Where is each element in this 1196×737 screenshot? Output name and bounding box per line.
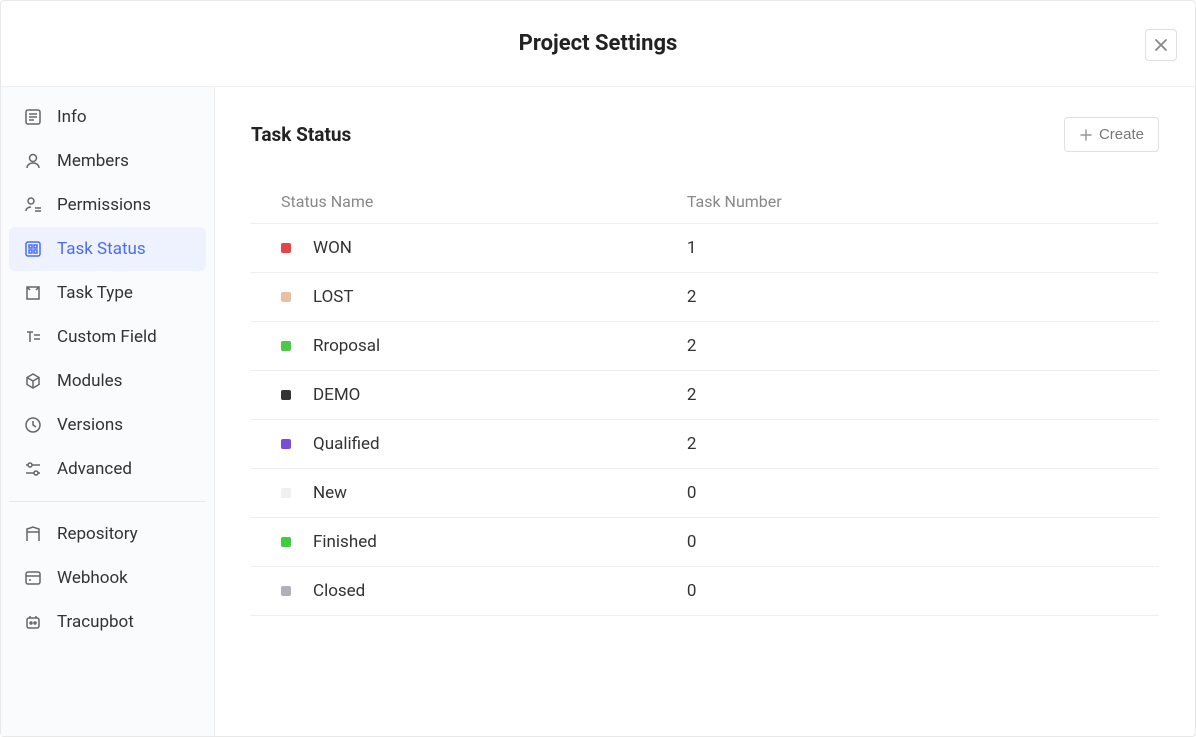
task-status-icon [23, 239, 43, 259]
task-number-cell: 2 [687, 434, 1159, 454]
modal-title: Project Settings [519, 31, 678, 56]
sidebar-item-modules[interactable]: Modules [9, 359, 206, 403]
table-row[interactable]: LOST 2 [251, 273, 1159, 322]
status-color-dot [281, 292, 291, 302]
sidebar-item-custom-field[interactable]: Custom Field [9, 315, 206, 359]
task-number-cell: 0 [687, 581, 1159, 601]
task-number-cell: 2 [687, 287, 1159, 307]
status-name-label: Closed [313, 581, 365, 601]
webhook-icon [23, 568, 43, 588]
status-name-cell: Qualified [251, 434, 687, 454]
modal-body: Info Members Permissions [1, 87, 1195, 736]
status-name-cell: New [251, 483, 687, 503]
table-row[interactable]: Closed 0 [251, 567, 1159, 616]
table-row[interactable]: New 0 [251, 469, 1159, 518]
status-name-label: Finished [313, 532, 377, 552]
sidebar-item-label: Advanced [57, 459, 132, 479]
table-row[interactable]: DEMO 2 [251, 371, 1159, 420]
create-button[interactable]: Create [1064, 117, 1159, 152]
sidebar-item-label: Task Status [57, 239, 146, 259]
task-number-cell: 2 [687, 336, 1159, 356]
close-icon [1153, 37, 1169, 53]
project-settings-modal: Project Settings Info Members [0, 0, 1196, 737]
task-number-cell: 0 [687, 532, 1159, 552]
status-name-cell: LOST [251, 287, 687, 307]
content-header: Task Status Create [251, 117, 1159, 152]
sidebar-item-label: Repository [57, 524, 138, 544]
info-icon [23, 107, 43, 127]
sidebar-list: Info Members Permissions [1, 87, 214, 652]
status-color-dot [281, 488, 291, 498]
status-color-dot [281, 537, 291, 547]
permissions-icon [23, 195, 43, 215]
sidebar-item-tracupbot[interactable]: Tracupbot [9, 600, 206, 644]
members-icon [23, 151, 43, 171]
status-color-dot [281, 390, 291, 400]
content-area: Task Status Create Status Name Task Numb… [215, 87, 1195, 736]
sidebar-item-label: Tracupbot [57, 612, 134, 632]
status-name-label: LOST [313, 287, 354, 307]
modules-icon [23, 371, 43, 391]
sidebar-item-task-status[interactable]: Task Status [9, 227, 206, 271]
table-body: WON1LOST2Rroposal2DEMO2Qualified2New0Fin… [251, 224, 1159, 616]
status-name-label: Rroposal [313, 336, 380, 356]
repository-icon [23, 524, 43, 544]
status-name-cell: WON [251, 238, 687, 258]
sidebar-item-permissions[interactable]: Permissions [9, 183, 206, 227]
status-name-cell: Rroposal [251, 336, 687, 356]
create-button-label: Create [1099, 126, 1144, 143]
task-type-icon [23, 283, 43, 303]
plus-icon [1079, 128, 1093, 142]
sidebar-item-label: Info [57, 107, 87, 127]
status-color-dot [281, 439, 291, 449]
sidebar-item-label: Modules [57, 371, 122, 391]
sidebar-divider [9, 501, 206, 502]
versions-icon [23, 415, 43, 435]
sidebar-item-label: Task Type [57, 283, 133, 303]
table-row[interactable]: Finished 0 [251, 518, 1159, 567]
sidebar-item-task-type[interactable]: Task Type [9, 271, 206, 315]
task-number-cell: 1 [687, 238, 1159, 258]
table-row[interactable]: Rroposal 2 [251, 322, 1159, 371]
table-head: Status Name Task Number [251, 180, 1159, 224]
task-number-cell: 2 [687, 385, 1159, 405]
sidebar-item-advanced[interactable]: Advanced [9, 447, 206, 491]
sidebar-item-label: Members [57, 151, 129, 171]
status-color-dot [281, 586, 291, 596]
custom-field-icon [23, 327, 43, 347]
status-name-label: Qualified [313, 434, 380, 454]
status-name-label: WON [313, 238, 352, 258]
status-name-label: New [313, 483, 347, 503]
column-header-name: Status Name [251, 192, 687, 211]
sidebar[interactable]: Info Members Permissions [1, 87, 215, 736]
task-number-cell: 0 [687, 483, 1159, 503]
sidebar-item-label: Versions [57, 415, 123, 435]
sidebar-item-repository[interactable]: Repository [9, 512, 206, 556]
sidebar-item-label: Permissions [57, 195, 151, 215]
status-color-dot [281, 341, 291, 351]
sidebar-item-versions[interactable]: Versions [9, 403, 206, 447]
close-button[interactable] [1145, 29, 1177, 61]
sidebar-item-label: Webhook [57, 568, 128, 588]
status-table: Status Name Task Number WON1LOST2Rroposa… [251, 180, 1159, 616]
advanced-icon [23, 459, 43, 479]
content-title: Task Status [251, 123, 351, 146]
table-row[interactable]: Qualified 2 [251, 420, 1159, 469]
status-name-cell: DEMO [251, 385, 687, 405]
column-header-number: Task Number [687, 192, 1159, 211]
tracupbot-icon [23, 612, 43, 632]
status-color-dot [281, 243, 291, 253]
sidebar-item-members[interactable]: Members [9, 139, 206, 183]
status-name-cell: Finished [251, 532, 687, 552]
status-name-cell: Closed [251, 581, 687, 601]
sidebar-item-webhook[interactable]: Webhook [9, 556, 206, 600]
sidebar-item-info[interactable]: Info [9, 95, 206, 139]
sidebar-item-label: Custom Field [57, 327, 157, 347]
status-name-label: DEMO [313, 385, 360, 405]
modal-header: Project Settings [1, 1, 1195, 87]
table-row[interactable]: WON 1 [251, 224, 1159, 273]
